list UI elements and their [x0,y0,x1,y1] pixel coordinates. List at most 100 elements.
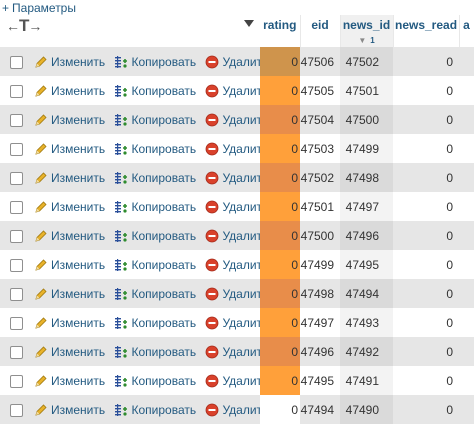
edit-button[interactable]: Изменить [34,316,105,330]
delete-button[interactable]: Удалить [205,287,260,301]
cell-eid: 47497 [300,308,341,337]
cell-eid: 47496 [300,337,341,366]
row-checkbox[interactable] [10,113,23,127]
row-checkbox[interactable] [10,345,23,359]
copy-icon [114,200,128,214]
header-rating[interactable]: rating [260,15,301,47]
cell-eid: 47504 [300,105,341,134]
delete-button[interactable]: Удалить [205,142,260,156]
copy-button[interactable]: Копировать [114,403,196,417]
edit-button[interactable]: Изменить [34,287,105,301]
header-next-column[interactable]: a [459,15,474,47]
pencil-icon [34,316,48,330]
delete-button[interactable]: Удалить [205,200,260,214]
cell-news-id: 47491 [340,366,394,395]
cell-rating: 0 [260,163,301,192]
delete-button[interactable]: Удалить [205,403,260,417]
copy-button[interactable]: Копировать [114,345,196,359]
cell-news-id: 47495 [340,250,394,279]
delete-button[interactable]: Удалить [205,258,260,272]
sort-order: 1 [370,36,375,45]
table-row: Изменить Копировать Удалить 0 47503 4749… [0,134,474,163]
delete-button[interactable]: Удалить [205,229,260,243]
delete-icon [205,113,219,127]
copy-button[interactable]: Копировать [114,84,196,98]
cell-news-read: 0 [393,395,460,424]
delete-button[interactable]: Удалить [205,113,260,127]
copy-button[interactable]: Копировать [114,171,196,185]
copy-icon [114,142,128,156]
edit-button[interactable]: Изменить [34,345,105,359]
copy-icon [114,316,128,330]
table-row: Изменить Копировать Удалить 0 47497 4749… [0,308,474,337]
edit-button[interactable]: Изменить [34,229,105,243]
plus-icon: + [2,1,10,15]
delete-icon [205,142,219,156]
row-checkbox[interactable] [10,374,23,388]
edit-button[interactable]: Изменить [34,258,105,272]
copy-button[interactable]: Копировать [114,316,196,330]
copy-icon [114,287,128,301]
delete-button[interactable]: Удалить [205,374,260,388]
delete-button[interactable]: Удалить [205,55,260,69]
copy-button[interactable]: Копировать [114,142,196,156]
row-checkbox[interactable] [10,287,23,301]
delete-icon [205,55,219,69]
pencil-icon [34,113,48,127]
row-select-cell [0,366,33,395]
header-eid[interactable]: eid [300,15,341,47]
header-news-id[interactable]: news_id ▼ 1 [340,15,394,47]
row-actions: Изменить Копировать Удалить [33,134,261,163]
row-checkbox[interactable] [10,142,23,156]
copy-button[interactable]: Копировать [114,113,196,127]
delete-button[interactable]: Удалить [205,316,260,330]
options-link[interactable]: + Параметры [2,1,76,15]
copy-button[interactable]: Копировать [114,200,196,214]
delete-button[interactable]: Удалить [205,171,260,185]
edit-button[interactable]: Изменить [34,403,105,417]
edit-button[interactable]: Изменить [34,374,105,388]
cell-news-read: 0 [393,366,460,395]
copy-button[interactable]: Копировать [114,229,196,243]
row-checkbox[interactable] [10,258,23,272]
row-checkbox[interactable] [10,403,23,417]
row-checkbox[interactable] [10,55,23,69]
delete-button[interactable]: Удалить [205,84,260,98]
cell-news-id: 47493 [340,308,394,337]
cell-next-column [459,250,474,279]
edit-button[interactable]: Изменить [34,84,105,98]
header-news-read[interactable]: news_read [393,15,460,47]
edit-button[interactable]: Изменить [34,113,105,127]
edit-button[interactable]: Изменить [34,55,105,69]
row-checkbox[interactable] [10,200,23,214]
row-actions: Изменить Копировать Удалить [33,337,261,366]
row-checkbox[interactable] [10,316,23,330]
copy-button[interactable]: Копировать [114,374,196,388]
delete-button[interactable]: Удалить [205,345,260,359]
copy-button[interactable]: Копировать [114,55,196,69]
row-checkbox[interactable] [10,84,23,98]
cell-news-read: 0 [393,337,460,366]
cell-next-column [459,163,474,192]
edit-button[interactable]: Изменить [34,200,105,214]
edit-button[interactable]: Изменить [34,171,105,185]
row-select-cell [0,337,33,366]
cell-eid: 47502 [300,163,341,192]
dropdown-triangle-icon[interactable] [244,20,255,27]
row-checkbox[interactable] [10,171,23,185]
delete-icon [205,403,219,417]
copy-button[interactable]: Копировать [114,287,196,301]
row-checkbox[interactable] [10,229,23,243]
edit-button[interactable]: Изменить [34,142,105,156]
table-row: Изменить Копировать Удалить 0 47495 4749… [0,366,474,395]
column-arrows-icon[interactable]: ←T→ [6,16,42,36]
cell-next-column [459,192,474,221]
cell-eid: 47500 [300,221,341,250]
row-actions: Изменить Копировать Удалить [33,279,261,308]
copy-button[interactable]: Копировать [114,258,196,272]
cell-news-read: 0 [393,192,460,221]
row-select-cell [0,250,33,279]
row-select-cell [0,105,33,134]
copy-icon [114,171,128,185]
cell-next-column [459,337,474,366]
